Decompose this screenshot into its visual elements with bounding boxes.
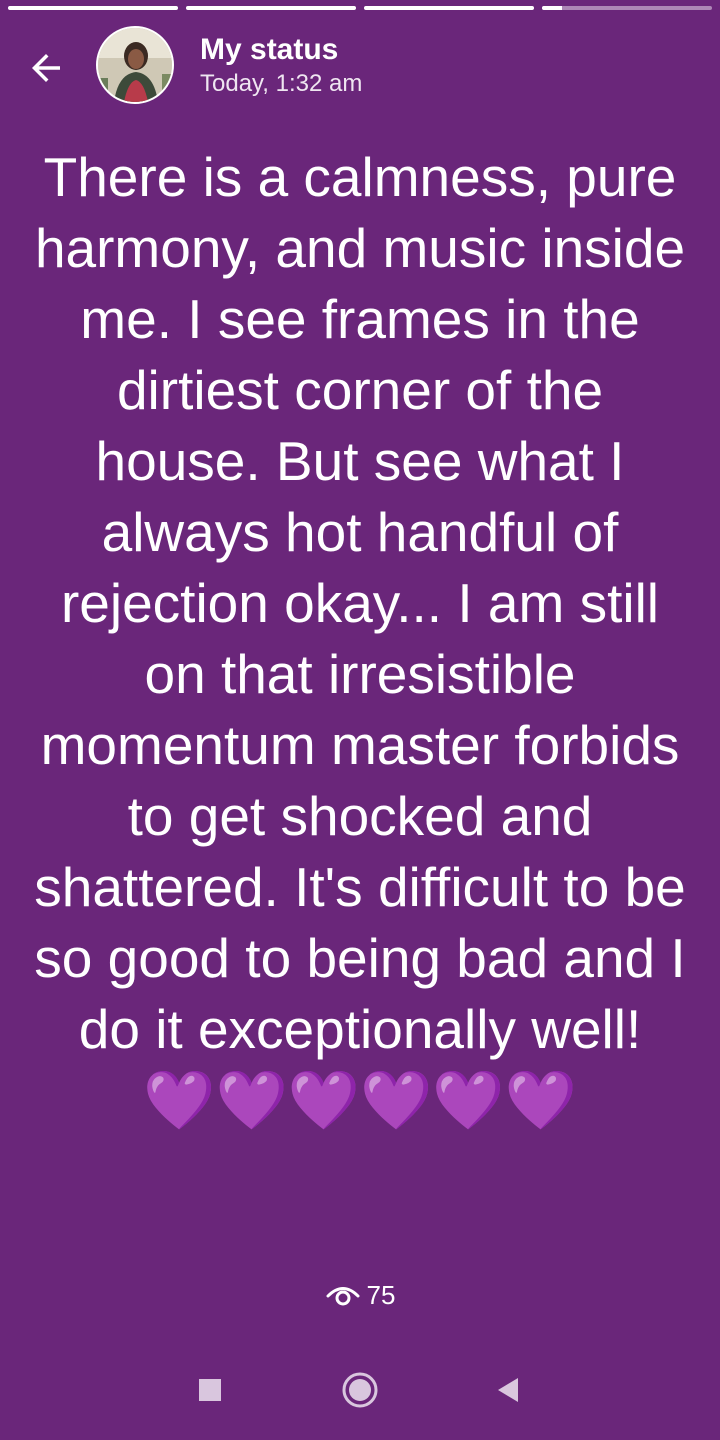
recents-button[interactable] <box>186 1366 234 1414</box>
purple-heart-emoji: 💜 <box>287 1066 360 1134</box>
arrow-left-icon <box>32 54 60 82</box>
purple-heart-emoji: 💜 <box>504 1066 577 1134</box>
status-header: My status Today, 1:32 am <box>0 24 720 108</box>
purple-heart-emoji: 💜 <box>215 1066 288 1134</box>
progress-segment <box>186 6 356 10</box>
eye-icon <box>326 1286 360 1305</box>
heart-emoji-row: 💜💜💜💜💜💜 <box>30 1065 690 1136</box>
progress-fill <box>8 6 178 10</box>
triangle-back-icon <box>498 1378 518 1402</box>
purple-heart-emoji: 💜 <box>143 1066 216 1134</box>
progress-segment <box>364 6 534 10</box>
avatar[interactable] <box>96 26 174 104</box>
avatar-photo-icon <box>98 28 172 102</box>
status-timestamp: Today, 1:32 am <box>200 70 363 97</box>
circle-icon <box>342 1372 378 1408</box>
home-button[interactable] <box>336 1366 384 1414</box>
status-owner-title: My status <box>200 33 339 66</box>
purple-heart-emoji: 💜 <box>432 1066 505 1134</box>
progress-fill <box>364 6 534 10</box>
progress-segment <box>542 6 712 10</box>
status-message: There is a calmness, pure harmony, and m… <box>30 142 690 1136</box>
status-progress-bars <box>8 6 712 10</box>
views-count: 75 <box>366 1280 396 1310</box>
nav-back-button[interactable] <box>484 1366 532 1414</box>
system-navigation-bar <box>0 1340 720 1440</box>
progress-fill <box>186 6 356 10</box>
views-counter[interactable]: 75 <box>0 1280 720 1311</box>
header-text: My status Today, 1:32 am <box>200 32 362 100</box>
status-message-text: There is a calmness, pure harmony, and m… <box>34 146 686 1060</box>
purple-heart-emoji: 💜 <box>360 1066 433 1134</box>
back-button[interactable] <box>20 42 72 94</box>
progress-segment <box>8 6 178 10</box>
square-icon <box>199 1379 221 1401</box>
progress-fill <box>542 6 563 10</box>
